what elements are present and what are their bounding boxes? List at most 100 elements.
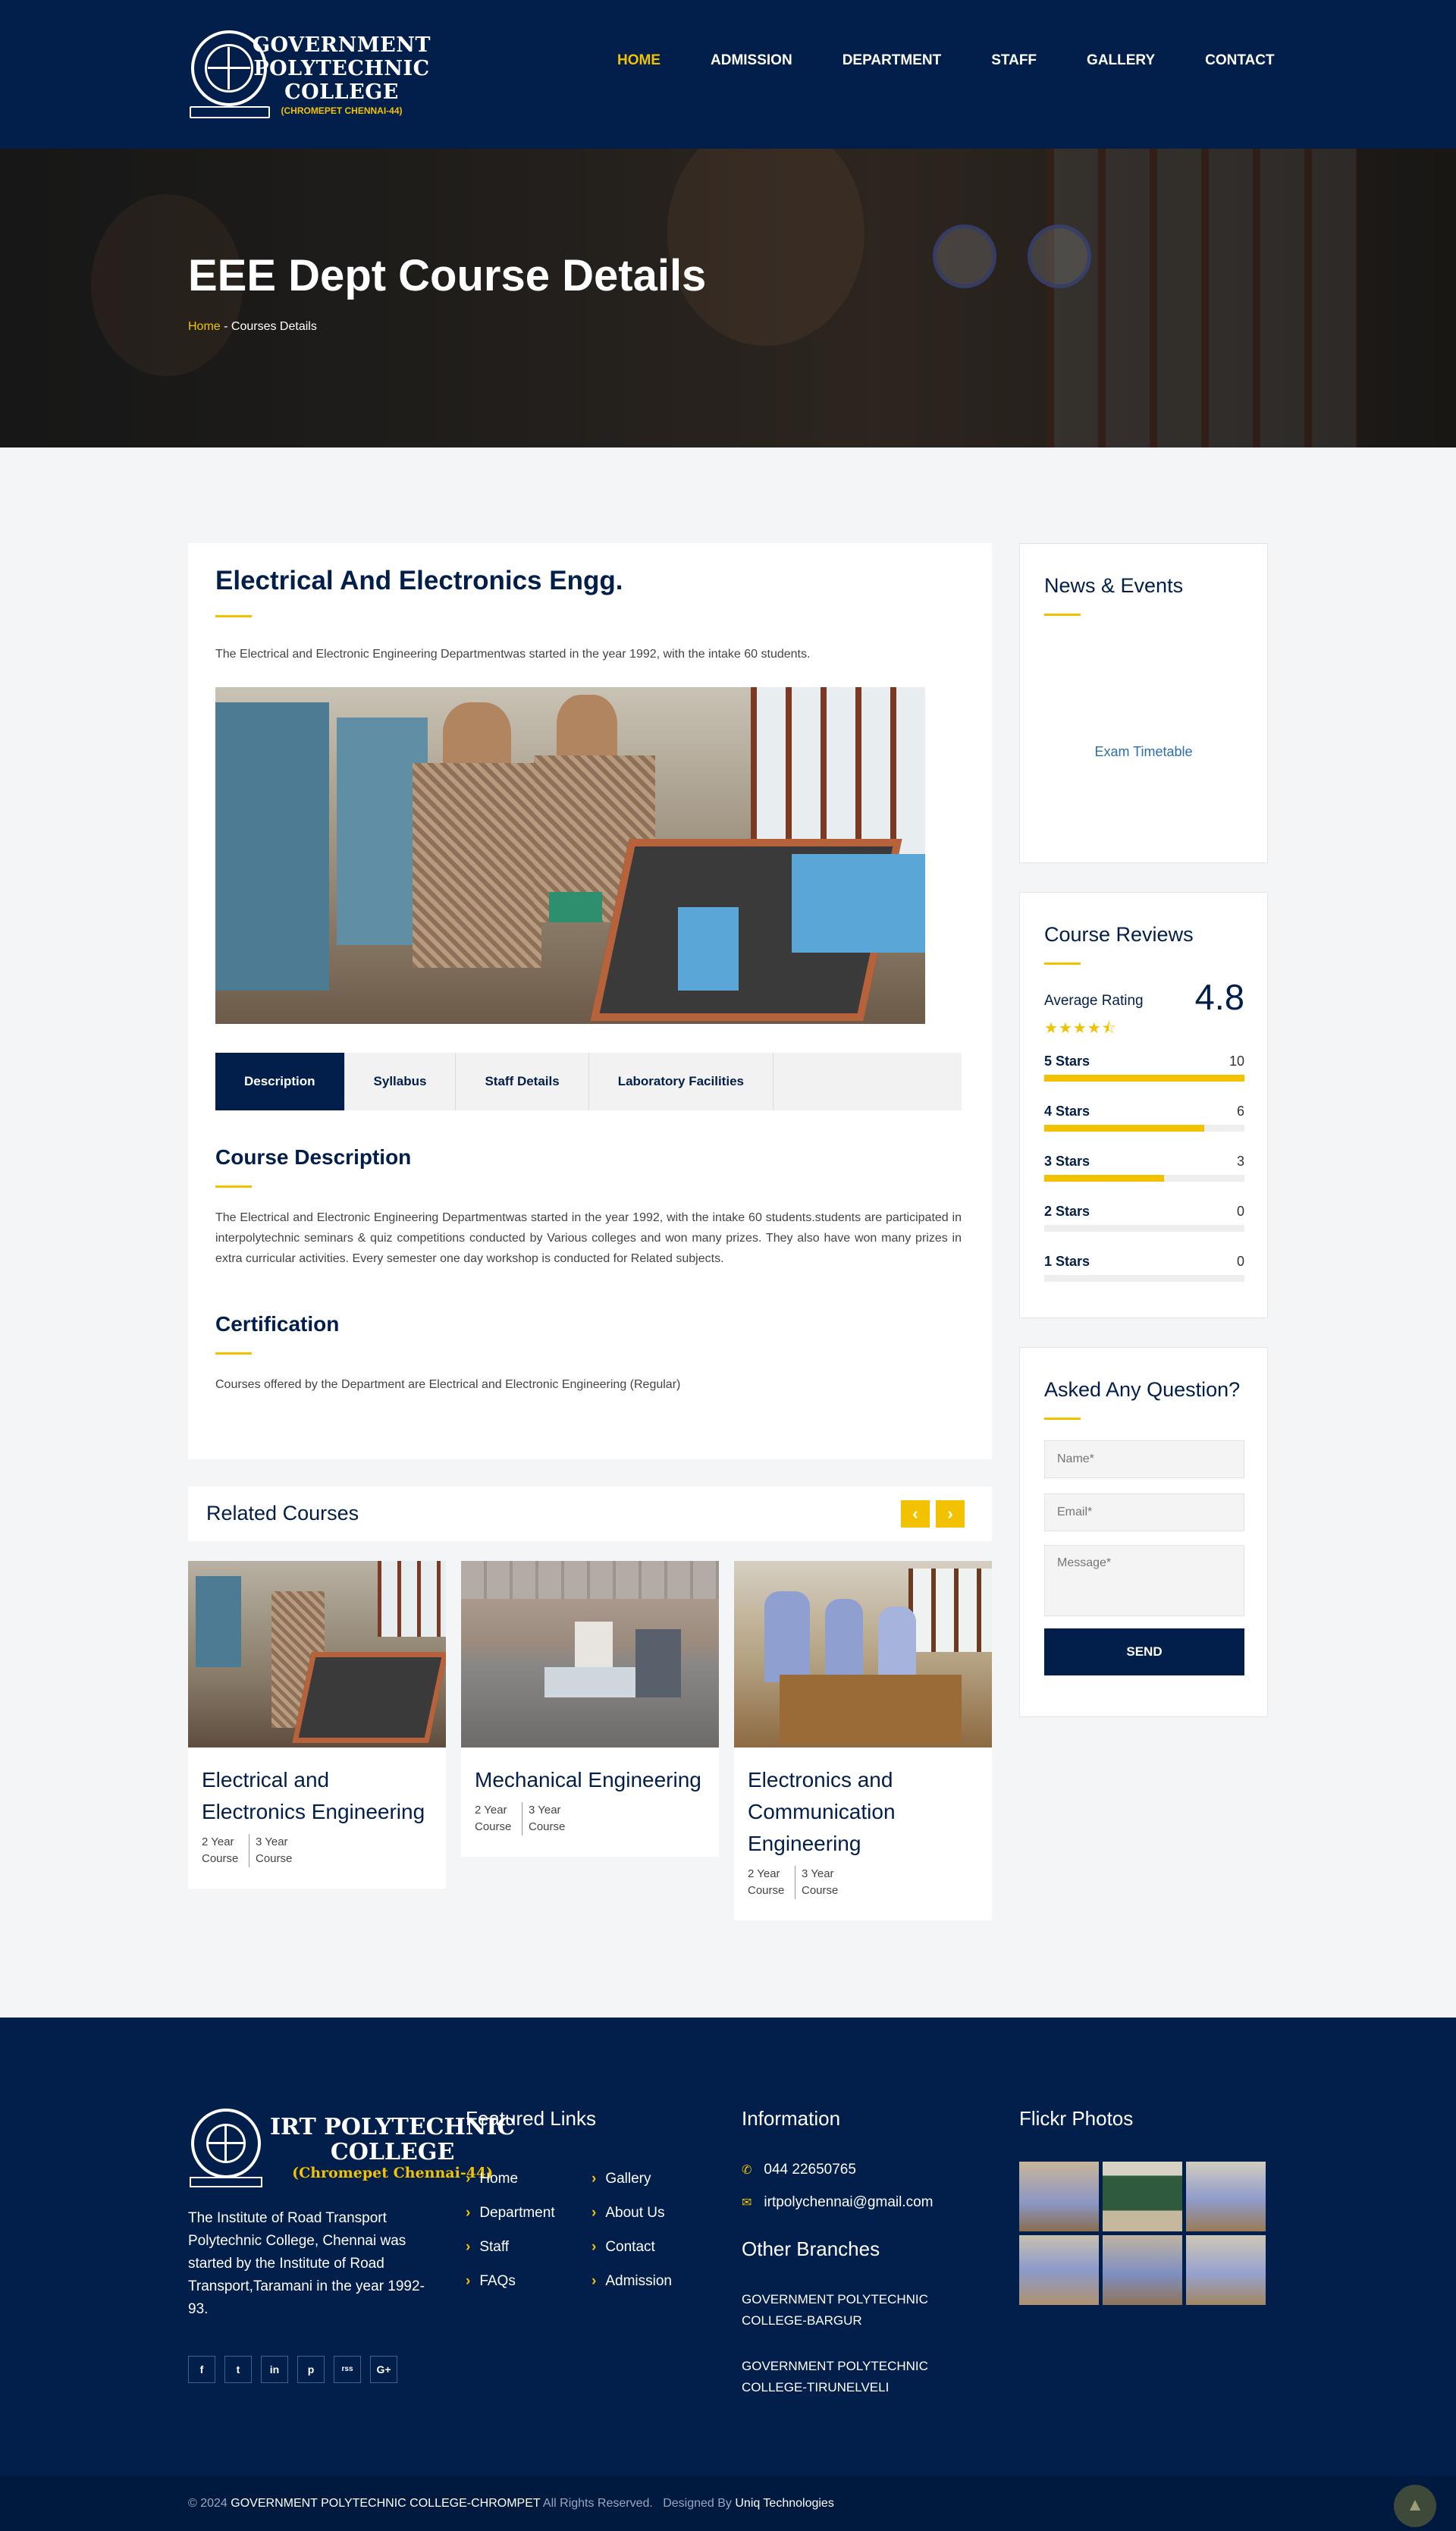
rating-row: 3 Stars 3	[1044, 1154, 1244, 1182]
rating-bar-fill	[1044, 1125, 1205, 1132]
course-image	[734, 1561, 992, 1748]
tab-laboratory-facilities[interactable]: Laboratory Facilities	[589, 1053, 774, 1110]
news-events-widget: News & Events Exam Timetable	[1019, 543, 1268, 863]
send-button[interactable]: SEND	[1044, 1628, 1244, 1675]
twitter-icon[interactable]: t	[224, 2356, 252, 2383]
site-header: GOVERNMENT POLYTECHNIC COLLEGE (CHROMEPE…	[0, 0, 1456, 149]
facebook-icon[interactable]: f	[188, 2356, 215, 2383]
flickr-thumbnail[interactable]	[1103, 2235, 1182, 2305]
nav-staff[interactable]: STAFF	[991, 52, 1037, 70]
course-duration: 2 Year Course	[202, 1835, 239, 1865]
tab-description[interactable]: Description	[215, 1053, 345, 1110]
rating-label: 1 Stars	[1044, 1254, 1090, 1269]
breadcrumb-home[interactable]: Home	[188, 320, 221, 333]
rating-count: 10	[1228, 1054, 1244, 1069]
nav-department[interactable]: DEPARTMENT	[843, 52, 942, 70]
footer-link-gallery[interactable]: › Gallery	[592, 2162, 672, 2196]
certification-heading: Certification	[215, 1312, 340, 1336]
message-field[interactable]	[1044, 1545, 1244, 1616]
logo-line: GOVERNMENT	[253, 33, 431, 57]
logo-line: POLYTECHNIC	[253, 56, 430, 80]
heading-underline	[215, 1352, 252, 1355]
site-footer: IRT POLYTECHNIC COLLEGE (Chromepet Chenn…	[0, 2018, 1456, 2476]
designer-link[interactable]: Uniq Technologies	[735, 2497, 833, 2510]
rss-icon[interactable]: rss	[334, 2356, 361, 2383]
course-details-card: Electrical And Electronics Engg. The Ele…	[188, 543, 992, 1459]
course-card-mech[interactable]: Mechanical Engineering 2 Year Course 3 Y…	[461, 1561, 719, 1857]
rating-bar-fill	[1044, 1175, 1165, 1182]
course-card-ece[interactable]: Electronics and Communication Engineerin…	[734, 1561, 992, 1920]
google-plus-icon[interactable]: G+	[370, 2356, 397, 2383]
flickr-thumbnail[interactable]	[1186, 2162, 1266, 2231]
footer-link-department[interactable]: › Department	[466, 2196, 555, 2230]
course-duration: 2 Year Course	[748, 1867, 785, 1897]
nav-home[interactable]: HOME	[617, 52, 661, 70]
rating-label: 2 Stars	[1044, 1204, 1090, 1219]
featured-links-col: › Home › Department › Staff › FAQs	[466, 2162, 555, 2298]
rating-bar	[1044, 1075, 1244, 1082]
nav-admission[interactable]: ADMISSION	[711, 52, 792, 70]
chevron-right-icon: ›	[466, 2239, 471, 2255]
featured-links-col: › Gallery › About Us › Contact › Admission	[592, 2162, 672, 2298]
email-field[interactable]	[1044, 1493, 1244, 1531]
news-events-title: News & Events	[1044, 574, 1184, 597]
news-item-link[interactable]: Exam Timetable	[1020, 744, 1267, 760]
breadcrumb-current: Courses Details	[231, 320, 317, 333]
breadcrumb: Home - Courses Details	[188, 320, 317, 334]
email-row[interactable]: ✉ irtpolychennai@gmail.com	[742, 2194, 934, 2211]
chevron-right-icon: ›	[466, 2171, 471, 2187]
course-intro: The Electrical and Electronic Engineerin…	[215, 648, 811, 661]
pinterest-icon[interactable]: p	[297, 2356, 325, 2383]
college-logo[interactable]: GOVERNMENT POLYTECHNIC COLLEGE (CHROMEPE…	[188, 24, 431, 124]
chevron-right-icon: ›	[592, 2273, 597, 2289]
flickr-thumbnail[interactable]	[1186, 2235, 1266, 2305]
course-name[interactable]: Electronics and Communication Engineerin…	[734, 1748, 992, 1860]
tab-staff-details[interactable]: Staff Details	[456, 1053, 589, 1110]
course-meta: 2 Year Course 3 Year Course	[734, 1860, 992, 1920]
footer-link-staff[interactable]: › Staff	[466, 2230, 555, 2264]
scroll-to-top-button[interactable]: ▲	[1394, 2485, 1436, 2527]
rating-label: 5 Stars	[1044, 1054, 1090, 1069]
heading-underline	[1044, 614, 1081, 616]
social-links: f t in p rss G+	[188, 2356, 406, 2383]
rating-bar	[1044, 1125, 1244, 1132]
branch-link[interactable]: GOVERNMENT POLYTECHNIC COLLEGE-BARGUR	[742, 2289, 969, 2332]
rating-label: 4 Stars	[1044, 1104, 1090, 1119]
chevron-right-icon: ›	[592, 2171, 597, 2187]
average-rating-label: Average Rating	[1044, 993, 1144, 1009]
footer-link-admission[interactable]: › Admission	[592, 2264, 672, 2298]
carousel-prev-button[interactable]: ‹	[901, 1500, 930, 1528]
heading-underline	[1044, 1418, 1081, 1420]
rating-bar	[1044, 1275, 1244, 1282]
footer-link-home[interactable]: › Home	[466, 2162, 555, 2196]
phone-row[interactable]: ✆ 044 22650765	[742, 2162, 856, 2178]
logo-subtitle: (CHROMEPET CHENNAI-44)	[281, 105, 403, 116]
linkedin-icon[interactable]: in	[261, 2356, 288, 2383]
information-title: Information	[742, 2107, 841, 2130]
course-reviews-title: Course Reviews	[1044, 923, 1194, 946]
flickr-thumbnail[interactable]	[1019, 2162, 1099, 2231]
footer-link-faqs[interactable]: › FAQs	[466, 2264, 555, 2298]
nav-contact[interactable]: CONTACT	[1205, 52, 1274, 70]
footer-link-about-us[interactable]: › About Us	[592, 2196, 672, 2230]
footer-link-contact[interactable]: › Contact	[592, 2230, 672, 2264]
rating-bar-fill	[1044, 1075, 1244, 1082]
tab-syllabus[interactable]: Syllabus	[345, 1053, 457, 1110]
course-meta: 2 Year Course 3 Year Course	[188, 1828, 446, 1889]
copyright-text: © 2024 GOVERNMENT POLYTECHNIC COLLEGE-CH…	[188, 2497, 834, 2510]
course-card-eee[interactable]: Electrical and Electronics Engineering 2…	[188, 1561, 446, 1889]
rating-stars-icon: ★★★★⯪	[1044, 1020, 1117, 1037]
flickr-thumbnail[interactable]	[1103, 2162, 1182, 2231]
carousel-next-button[interactable]: ›	[936, 1500, 965, 1528]
branch-link[interactable]: GOVERNMENT POLYTECHNIC COLLEGE-TIRUNELVE…	[742, 2356, 969, 2398]
course-name[interactable]: Mechanical Engineering	[461, 1748, 719, 1796]
other-branches-title: Other Branches	[742, 2237, 880, 2260]
nav-gallery[interactable]: GALLERY	[1087, 52, 1155, 70]
chevron-right-icon: ›	[592, 2239, 597, 2255]
flickr-thumbnail[interactable]	[1019, 2235, 1099, 2305]
name-field[interactable]	[1044, 1440, 1244, 1478]
main-nav: HOME ADMISSION DEPARTMENT STAFF GALLERY …	[617, 52, 1325, 70]
course-duration: 2 Year Course	[475, 1804, 512, 1833]
rating-count: 0	[1236, 1254, 1244, 1269]
course-name[interactable]: Electrical and Electronics Engineering	[188, 1748, 446, 1828]
